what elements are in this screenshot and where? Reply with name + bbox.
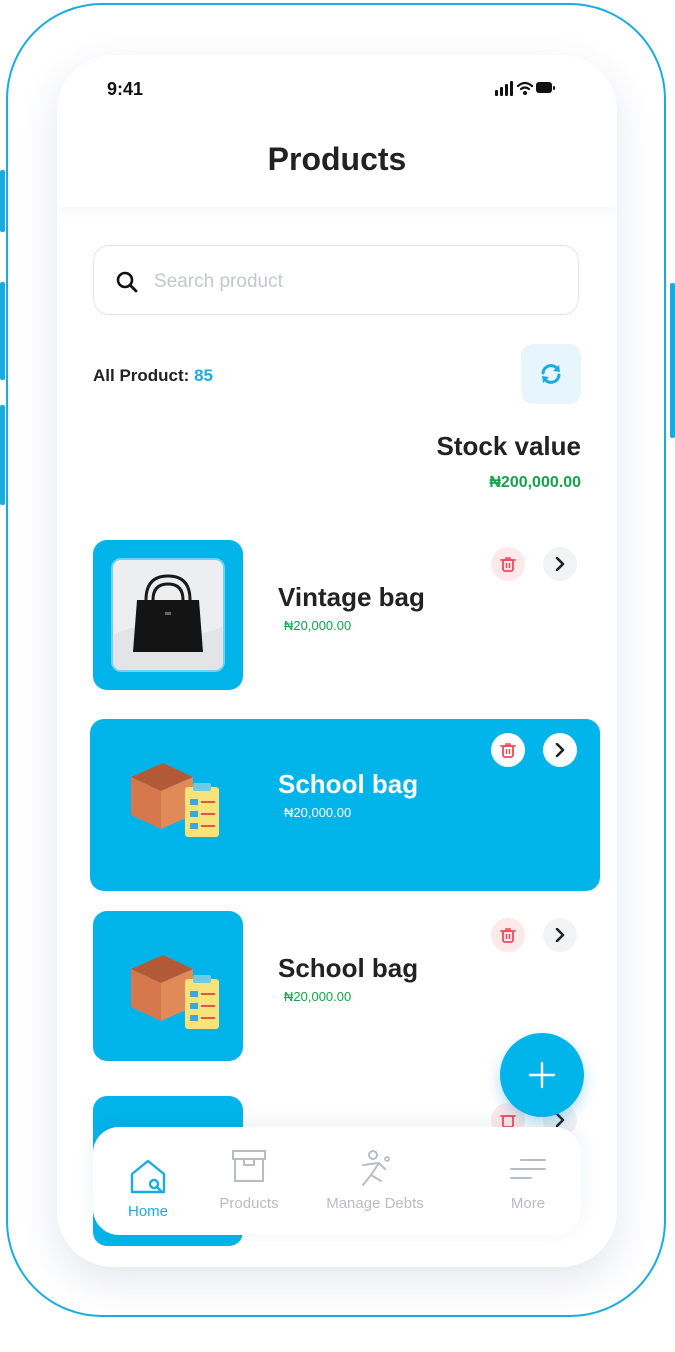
stock-value-label: Stock value (436, 431, 581, 461)
plus-icon (528, 1061, 556, 1089)
open-button[interactable] (543, 547, 577, 581)
app-header: 9:41 Products (57, 55, 617, 207)
all-product-label: All Product: (93, 366, 190, 385)
page-title: Products (267, 141, 407, 177)
menu-icon (510, 1159, 546, 1179)
box-icon (232, 1150, 266, 1182)
add-product-button[interactable] (500, 1033, 584, 1117)
device-side-button (670, 283, 675, 438)
device-side-button (0, 405, 5, 505)
delete-button[interactable] (491, 918, 525, 952)
trash-icon (500, 743, 516, 758)
nav-item-manage-debts[interactable]: Manage Debts (313, 1127, 437, 1235)
open-button[interactable] (543, 733, 577, 767)
product-price: ₦20,000.00 (284, 618, 352, 633)
nav-label: Products (219, 1195, 279, 1212)
wifi-icon (516, 81, 534, 91)
trash-icon (500, 1115, 516, 1128)
delete-button[interactable] (491, 547, 525, 581)
product-name: School bag (278, 769, 419, 799)
product-price: ₦20,000.00 (284, 989, 352, 1004)
product-name: Vintage bag (278, 582, 425, 612)
nav-label: Home (127, 1203, 168, 1220)
product-thumbnail (93, 540, 243, 690)
open-button[interactable] (543, 918, 577, 952)
search-icon (116, 271, 138, 293)
home-search-icon (130, 1159, 166, 1194)
search-input[interactable] (152, 268, 556, 296)
trash-icon (500, 557, 516, 572)
nav-label: Manage Debts (326, 1195, 424, 1212)
stock-value-amount: ₦200,000.00 (489, 474, 581, 491)
status-time: 9:41 (107, 79, 144, 99)
app-screen: 9:41 Products All Product: 85 (57, 55, 617, 1267)
device-side-button (0, 170, 5, 232)
chevron-right-icon (555, 557, 565, 571)
chevron-right-icon (555, 743, 565, 757)
box-checklist-icon (131, 955, 219, 1029)
nav-item-products[interactable]: Products (207, 1127, 291, 1235)
product-item[interactable]: Vintage bag ₦20,000.00 (57, 540, 617, 712)
box-checklist-icon (131, 763, 219, 837)
search-box[interactable] (93, 245, 579, 315)
refresh-icon (541, 364, 561, 384)
chevron-right-icon (555, 928, 565, 942)
product-name: School bag (278, 953, 419, 983)
product-thumbnail (93, 719, 243, 869)
device-side-button (0, 282, 5, 380)
product-item-selected[interactable]: School bag ₦20,000.00 (90, 719, 600, 891)
chevron-right-icon (555, 1113, 565, 1127)
all-product-summary: All Product: 85 (93, 366, 213, 386)
bottom-nav: Home Products Manage Debts More (93, 1127, 581, 1235)
nav-label: More (510, 1195, 546, 1212)
product-price: ₦20,000.00 (284, 805, 352, 820)
battery-icon (536, 82, 555, 93)
product-thumbnail (93, 911, 243, 1061)
all-product-count: 85 (194, 366, 213, 385)
signal-icon (495, 81, 513, 96)
status-icons (495, 81, 555, 96)
delete-button[interactable] (491, 733, 525, 767)
trash-icon (500, 928, 516, 943)
runner-icon (362, 1150, 390, 1186)
nav-item-home[interactable]: Home (93, 1127, 203, 1235)
nav-item-more[interactable]: More (483, 1127, 573, 1235)
bag-photo (111, 558, 225, 672)
refresh-button[interactable] (521, 344, 581, 404)
